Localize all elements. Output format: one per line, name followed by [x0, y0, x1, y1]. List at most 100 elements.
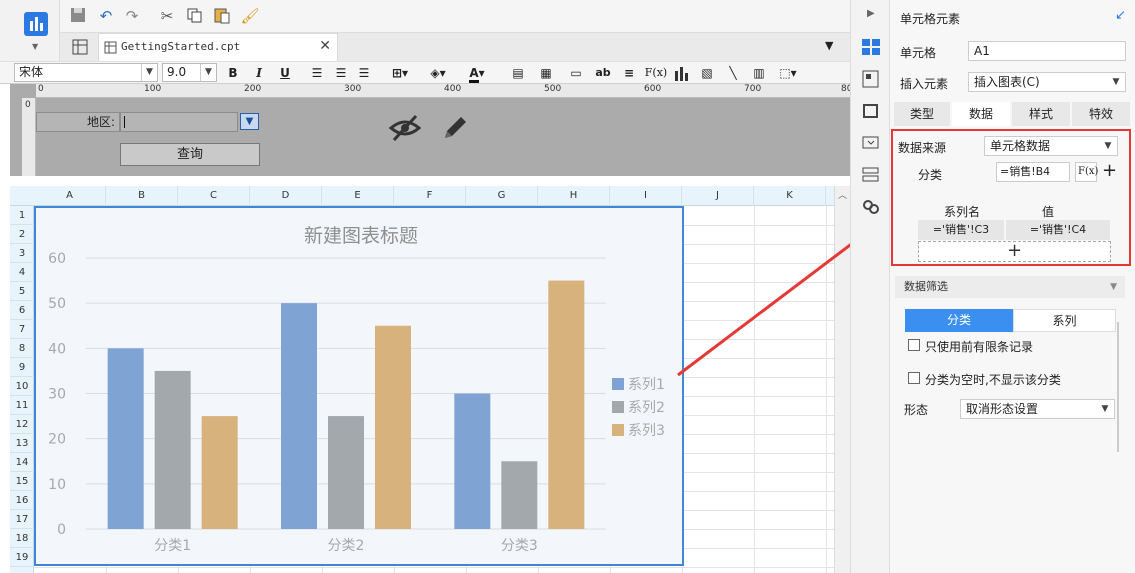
subreport-icon[interactable]: ▥: [749, 64, 769, 82]
column-header-d[interactable]: D: [250, 186, 322, 206]
format-brush-icon[interactable]: 🖌: [240, 6, 260, 26]
file-tab[interactable]: GettingStarted.cpt ✕: [98, 33, 338, 61]
column-header-f[interactable]: F: [394, 186, 466, 206]
row-header-11[interactable]: 11: [10, 396, 34, 415]
filter-tab-category[interactable]: 分类: [905, 309, 1013, 332]
undo-icon[interactable]: ↶: [96, 6, 116, 26]
chevron-up-icon[interactable]: ︿: [838, 188, 847, 201]
region-dropdown-button[interactable]: ▼: [240, 113, 259, 130]
cell-element-icon[interactable]: [861, 38, 881, 56]
query-button[interactable]: 查询: [120, 143, 260, 166]
border-icon[interactable]: ⊞▾: [386, 64, 414, 82]
row-header-5[interactable]: 5: [10, 282, 34, 301]
tab-type[interactable]: 类型: [894, 102, 950, 126]
align-center-icon[interactable]: ☰: [332, 64, 350, 82]
font-color-icon[interactable]: A▾: [462, 64, 492, 83]
redo-icon[interactable]: ↷: [122, 6, 142, 26]
column-header-i[interactable]: I: [610, 186, 682, 206]
condition-icon[interactable]: [861, 166, 881, 184]
align-right-icon[interactable]: ☰: [355, 64, 373, 82]
bold-button[interactable]: B: [224, 64, 242, 82]
column-header-k[interactable]: K: [754, 186, 826, 206]
category-field[interactable]: =销售!B4: [996, 162, 1070, 182]
column-header-j[interactable]: J: [682, 186, 754, 206]
slash-icon[interactable]: ╲: [723, 64, 743, 82]
data-filter-header[interactable]: 数据筛选 ▼: [895, 276, 1125, 298]
tab-menu-icon[interactable]: ▼: [825, 39, 833, 52]
panel-scrollbar[interactable]: [1117, 322, 1119, 452]
column-header-h[interactable]: H: [538, 186, 610, 206]
bar-chart-icon[interactable]: [673, 65, 691, 81]
row-header-10[interactable]: 10: [10, 377, 34, 396]
limit-records-checkbox[interactable]: [908, 339, 920, 351]
form-select[interactable]: 取消形态设置 ▼: [960, 399, 1115, 419]
edit-pencil-icon[interactable]: [440, 113, 470, 143]
chevron-right-icon[interactable]: ▶: [867, 8, 875, 19]
row-header-17[interactable]: 17: [10, 510, 34, 529]
grid-view-icon[interactable]: [72, 39, 88, 55]
column-header-e[interactable]: E: [322, 186, 394, 206]
row-header-9[interactable]: 9: [10, 358, 34, 377]
cell-attribute-icon[interactable]: [861, 70, 881, 88]
series-name-cell[interactable]: ='销售'!C3: [918, 220, 1004, 240]
row-header-1[interactable]: 1: [10, 206, 34, 225]
align-left-icon[interactable]: ☰: [308, 64, 326, 82]
font-size-select[interactable]: 9.0 ▼: [162, 63, 217, 82]
more-icon[interactable]: ⬚▾: [775, 64, 801, 82]
merge-cell-icon[interactable]: ▤: [508, 64, 528, 82]
cell-field[interactable]: A1: [968, 41, 1126, 61]
value-cell[interactable]: ='销售'!C4: [1006, 220, 1110, 240]
row-header-13[interactable]: 13: [10, 434, 34, 453]
cell-icon[interactable]: ▭: [566, 64, 586, 82]
row-header-12[interactable]: 12: [10, 415, 34, 434]
row-header-6[interactable]: 6: [10, 301, 34, 320]
row-header-3[interactable]: 3: [10, 244, 34, 263]
paste-icon[interactable]: [212, 6, 232, 26]
insert-element-select[interactable]: 插入图表(C) ▼: [968, 72, 1126, 92]
column-header-c[interactable]: C: [178, 186, 250, 206]
font-name-select[interactable]: 宋体 ▼: [14, 63, 158, 82]
italic-button[interactable]: I: [250, 64, 268, 82]
paragraph-icon[interactable]: ≡: [619, 64, 639, 82]
hyperlink-icon[interactable]: [861, 198, 881, 216]
tab-data[interactable]: 数据: [952, 102, 1010, 126]
column-header-g[interactable]: G: [466, 186, 538, 206]
underline-button[interactable]: U: [276, 64, 294, 82]
widget-icon[interactable]: [861, 134, 881, 152]
text-element-button[interactable]: ab: [592, 64, 614, 82]
tab-style[interactable]: 样式: [1012, 102, 1070, 126]
formula-button[interactable]: F(x): [1075, 162, 1098, 182]
table-icon[interactable]: ▦: [536, 64, 556, 82]
row-header-2[interactable]: 2: [10, 225, 34, 244]
column-header-b[interactable]: B: [106, 186, 178, 206]
app-logo-icon[interactable]: [24, 12, 48, 36]
save-icon[interactable]: [68, 6, 88, 26]
region-input[interactable]: [120, 112, 238, 132]
data-source-select[interactable]: 单元格数据 ▼: [984, 136, 1118, 156]
image-icon[interactable]: ▧: [697, 64, 717, 82]
filter-tab-series[interactable]: 系列: [1013, 309, 1116, 332]
copy-icon[interactable]: [184, 6, 204, 26]
row-header-16[interactable]: 16: [10, 491, 34, 510]
row-header-15[interactable]: 15: [10, 472, 34, 491]
row-header-18[interactable]: 18: [10, 529, 34, 548]
row-header-7[interactable]: 7: [10, 320, 34, 339]
hide-empty-category-checkbox[interactable]: [908, 372, 920, 384]
row-header-8[interactable]: 8: [10, 339, 34, 358]
row-header-14[interactable]: 14: [10, 453, 34, 472]
row-header-4[interactable]: 4: [10, 263, 34, 282]
tab-effects[interactable]: 特效: [1072, 102, 1130, 126]
column-header-a[interactable]: A: [34, 186, 106, 206]
row-header-19[interactable]: 19: [10, 548, 34, 567]
hide-eye-icon[interactable]: [388, 113, 422, 143]
chevron-down-icon[interactable]: ▼: [32, 42, 38, 51]
close-icon[interactable]: ✕: [319, 38, 331, 54]
add-series-button[interactable]: +: [918, 241, 1111, 262]
cut-icon[interactable]: ✂: [157, 6, 177, 26]
fill-color-icon[interactable]: ◈▾: [424, 64, 452, 82]
chart-container[interactable]: 新建图表标题 0 10 20 30 40 50 60 分类1 分类2 分类3 系列1 系列2 系列3: [34, 206, 684, 566]
formula-button[interactable]: F(x): [644, 64, 668, 82]
add-icon[interactable]: +: [1102, 160, 1117, 181]
crop-icon[interactable]: [861, 102, 881, 120]
pin-icon[interactable]: ↙: [1115, 8, 1126, 23]
